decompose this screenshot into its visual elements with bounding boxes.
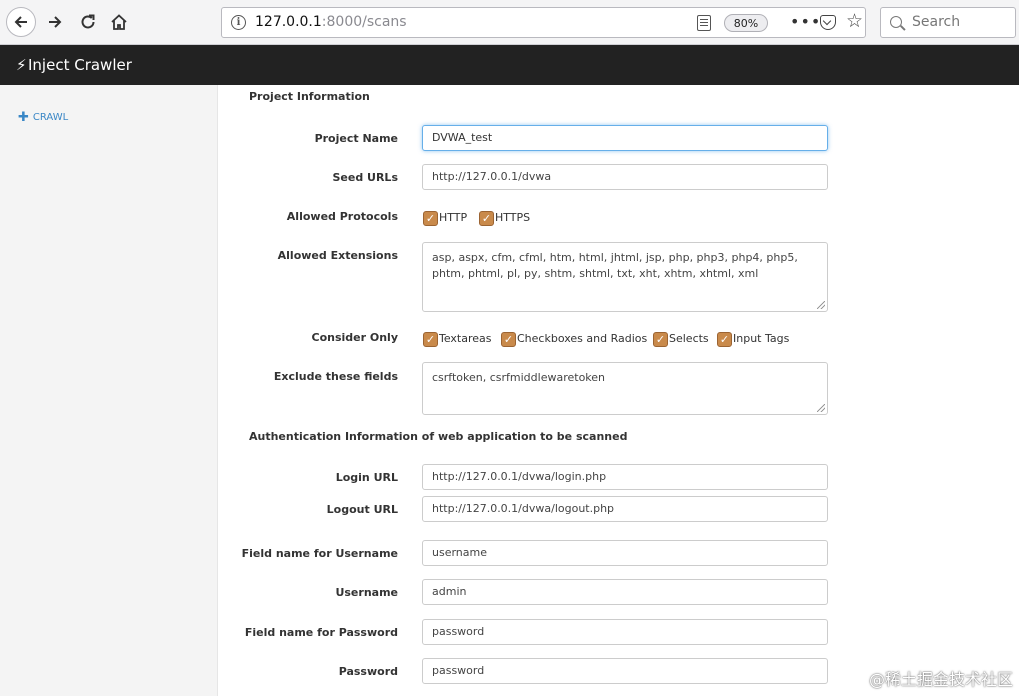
resize-handle-icon[interactable] (817, 301, 825, 309)
check-icon[interactable]: ✓ (423, 332, 438, 347)
project-name-label: Project Name (314, 132, 398, 145)
checkbox-checkboxes-radios[interactable]: ✓ Checkboxes and Radios (501, 329, 647, 347)
home-button[interactable] (104, 7, 134, 37)
password-input[interactable]: password (422, 658, 828, 684)
check-icon[interactable]: ✓ (423, 211, 438, 226)
logout-url-label: Logout URL (326, 503, 398, 516)
check-icon[interactable]: ✓ (717, 332, 732, 347)
sidebar-item-label: CRAWL (32, 112, 69, 123)
allowed-protocols-label: Allowed Protocols (286, 210, 398, 223)
auth-section-title: Authentication Information of web applic… (249, 430, 628, 443)
checkbox-input-tags[interactable]: ✓ Input Tags (717, 329, 789, 347)
brand-title[interactable]: Inject Crawler (28, 56, 132, 74)
resize-handle-icon[interactable] (817, 404, 825, 412)
plus-icon: ✚ (18, 110, 29, 125)
exclude-fields-textarea[interactable]: csrftoken, csrfmiddlewaretoken (422, 362, 828, 415)
allowed-extensions-textarea[interactable]: asp, aspx, cfm, cfml, htm, html, jhtml, … (422, 242, 828, 312)
pocket-icon[interactable] (820, 15, 836, 30)
reload-icon (81, 14, 95, 29)
project-name-input[interactable]: DVWA_test (422, 125, 828, 151)
zoom-level-badge[interactable]: 80% (724, 14, 768, 32)
arrow-right-icon (49, 16, 62, 28)
checkbox-textareas[interactable]: ✓ Textareas (423, 329, 492, 347)
seed-urls-input[interactable]: http://127.0.0.1/dvwa (422, 164, 828, 190)
password-label: Password (338, 665, 398, 678)
check-icon[interactable]: ✓ (653, 332, 668, 347)
check-icon[interactable]: ✓ (479, 211, 494, 226)
username-field-input[interactable]: username (422, 540, 828, 566)
search-icon (890, 16, 902, 28)
info-icon[interactable]: i (231, 15, 246, 30)
bolt-icon: ⚡︎ (16, 56, 27, 74)
arrow-left-icon (14, 16, 27, 28)
exclude-fields-label: Exclude these fields (273, 370, 398, 383)
reload-button[interactable] (73, 7, 103, 37)
address-bar[interactable]: i 127.0.0.1:8000/scans 80% ••• ☆ (221, 7, 866, 38)
checkbox-http[interactable]: ✓ HTTP (423, 208, 467, 226)
sidebar: ✚ CRAWL (0, 85, 218, 696)
sidebar-item-crawl[interactable]: ✚ CRAWL (18, 110, 68, 125)
password-field-label: Field name for Password (244, 626, 398, 639)
checkbox-https[interactable]: ✓ HTTPS (479, 208, 530, 226)
reader-view-icon[interactable] (697, 15, 711, 31)
consider-only-label: Consider Only (311, 331, 399, 344)
scan-form: Project Information Project Name DVWA_te… (219, 85, 1019, 696)
page-actions-icon[interactable]: ••• (790, 12, 821, 31)
checkbox-selects[interactable]: ✓ Selects (653, 329, 709, 347)
browser-toolbar: i 127.0.0.1:8000/scans 80% ••• ☆ Search (0, 0, 1019, 45)
logout-url-input[interactable]: http://127.0.0.1/dvwa/logout.php (422, 496, 828, 522)
home-icon (111, 14, 127, 30)
allowed-extensions-label: Allowed Extensions (277, 249, 398, 262)
username-label: Username (335, 586, 398, 599)
bookmark-star-icon[interactable]: ☆ (846, 10, 863, 32)
app-navbar: ⚡︎ Inject Crawler (0, 45, 1019, 85)
login-url-label: Login URL (335, 471, 398, 484)
search-placeholder: Search (912, 14, 961, 30)
username-field-label: Field name for Username (241, 547, 398, 560)
login-url-input[interactable]: http://127.0.0.1/dvwa/login.php (422, 464, 828, 490)
password-field-input[interactable]: password (422, 619, 828, 645)
forward-button[interactable] (40, 7, 70, 37)
project-section-title: Project Information (249, 90, 370, 103)
back-button[interactable] (6, 7, 36, 37)
url-text[interactable]: 127.0.0.1:8000/scans (255, 14, 407, 30)
check-icon[interactable]: ✓ (501, 332, 516, 347)
username-input[interactable]: admin (422, 579, 828, 605)
watermark: @稀土掘金技术社区 (868, 670, 1013, 689)
seed-urls-label: Seed URLs (332, 171, 398, 184)
search-bar[interactable]: Search (880, 7, 1016, 38)
